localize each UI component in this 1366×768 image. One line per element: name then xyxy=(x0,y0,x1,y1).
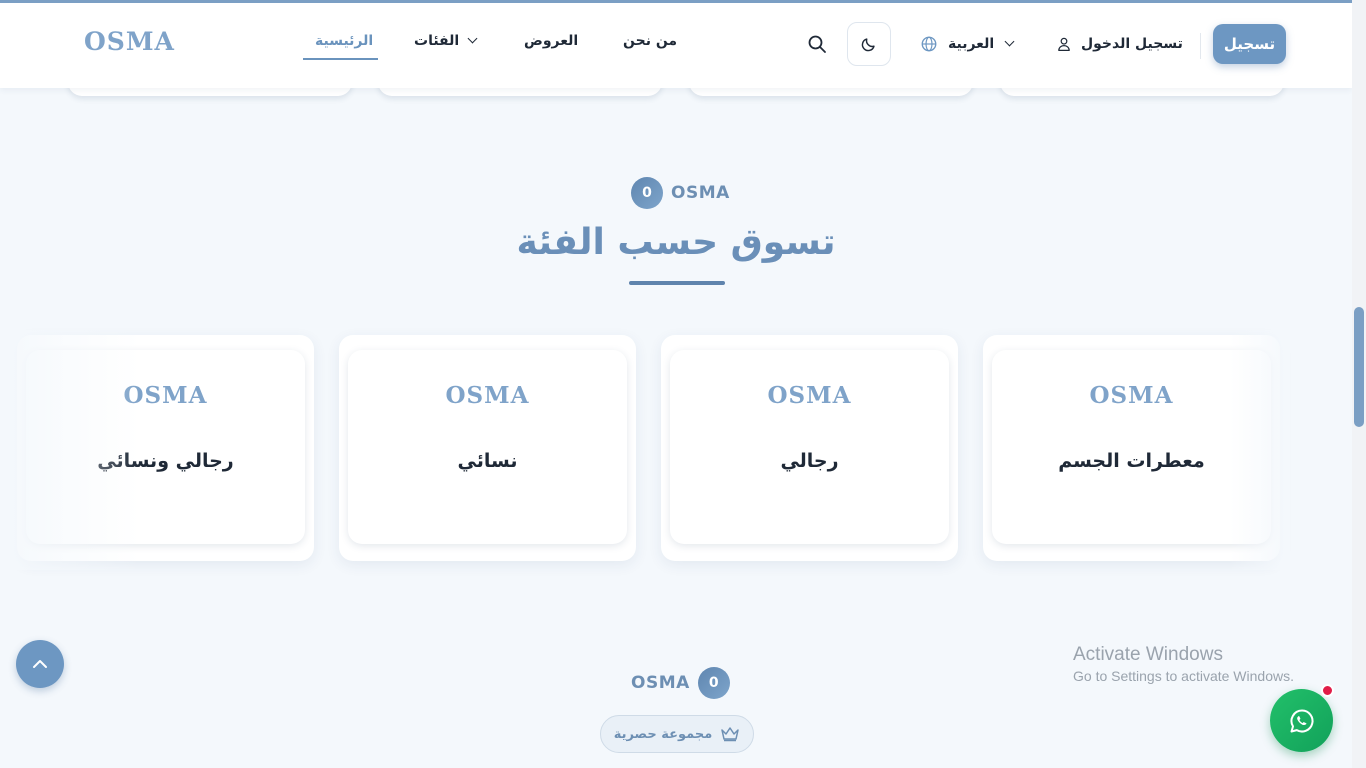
section-title: تسوق حسب الفئة xyxy=(516,222,836,263)
category-logo: OSMA xyxy=(445,382,530,409)
title-underline xyxy=(629,281,725,285)
nav-about[interactable]: من نحن xyxy=(623,33,677,49)
scroll-to-top-button[interactable] xyxy=(16,640,64,688)
globe-icon xyxy=(921,36,937,52)
whatsapp-icon xyxy=(1290,708,1313,732)
badge-text: OSMA xyxy=(631,673,690,693)
moon-icon xyxy=(861,38,875,52)
page-scrollbar[interactable] xyxy=(1352,0,1366,768)
badge-number: 0 xyxy=(697,667,730,699)
chevron-down-icon xyxy=(1004,36,1015,46)
category-name: رجالي xyxy=(780,450,839,472)
carousel-fade-right xyxy=(1230,330,1290,570)
header-divider xyxy=(1200,33,1201,59)
whatsapp-button[interactable] xyxy=(1270,689,1333,752)
category-name: نسائي xyxy=(457,450,518,472)
language-selector[interactable]: العربية xyxy=(920,34,1015,54)
badge-number: 0 xyxy=(631,177,663,209)
category-card-inner: OSMA نسائي xyxy=(348,350,627,544)
nav-offers[interactable]: العروض xyxy=(524,33,578,49)
logo[interactable]: OSMA xyxy=(84,27,175,56)
windows-activation-title: Activate Windows xyxy=(1073,644,1223,665)
notification-dot xyxy=(1321,684,1334,697)
windows-activation-subtitle: Go to Settings to activate Windows. xyxy=(1073,668,1294,684)
carousel-fade-left xyxy=(0,330,140,570)
chevron-down-icon xyxy=(467,33,478,44)
search-icon[interactable] xyxy=(807,34,827,54)
category-logo: OSMA xyxy=(767,382,852,409)
section-badge: OSMA 0 xyxy=(631,667,730,699)
language-label: العربية xyxy=(948,36,995,52)
exclusive-collection-pill: مجموعة حصرية xyxy=(600,715,754,753)
crown-icon xyxy=(721,727,740,742)
nav-home[interactable]: الرئيسية xyxy=(315,33,373,49)
category-card-inner: OSMA رجالي xyxy=(670,350,949,544)
theme-toggle-button[interactable] xyxy=(847,22,891,66)
chevron-up-icon xyxy=(33,660,47,668)
badge-text: OSMA xyxy=(671,183,730,203)
site-header: OSMA الرئيسية الفئات العروض من نحن العرب… xyxy=(0,3,1352,88)
nav-categories-label: الفئات xyxy=(414,33,460,49)
scrollbar-thumb[interactable] xyxy=(1354,307,1364,427)
category-card[interactable]: OSMA رجالي xyxy=(661,335,958,561)
login-label: تسجيل الدخول xyxy=(1081,36,1183,52)
section-badge: 0 OSMA xyxy=(631,177,730,209)
nav-categories[interactable]: الفئات xyxy=(414,33,478,49)
user-icon xyxy=(1058,37,1070,51)
login-link[interactable]: تسجيل الدخول xyxy=(1056,34,1183,54)
register-button[interactable]: تسجيل xyxy=(1213,24,1286,64)
category-card[interactable]: OSMA نسائي xyxy=(339,335,636,561)
nav-active-indicator xyxy=(303,58,378,60)
pill-label: مجموعة حصرية xyxy=(613,726,713,742)
top-accent-line xyxy=(0,0,1366,3)
